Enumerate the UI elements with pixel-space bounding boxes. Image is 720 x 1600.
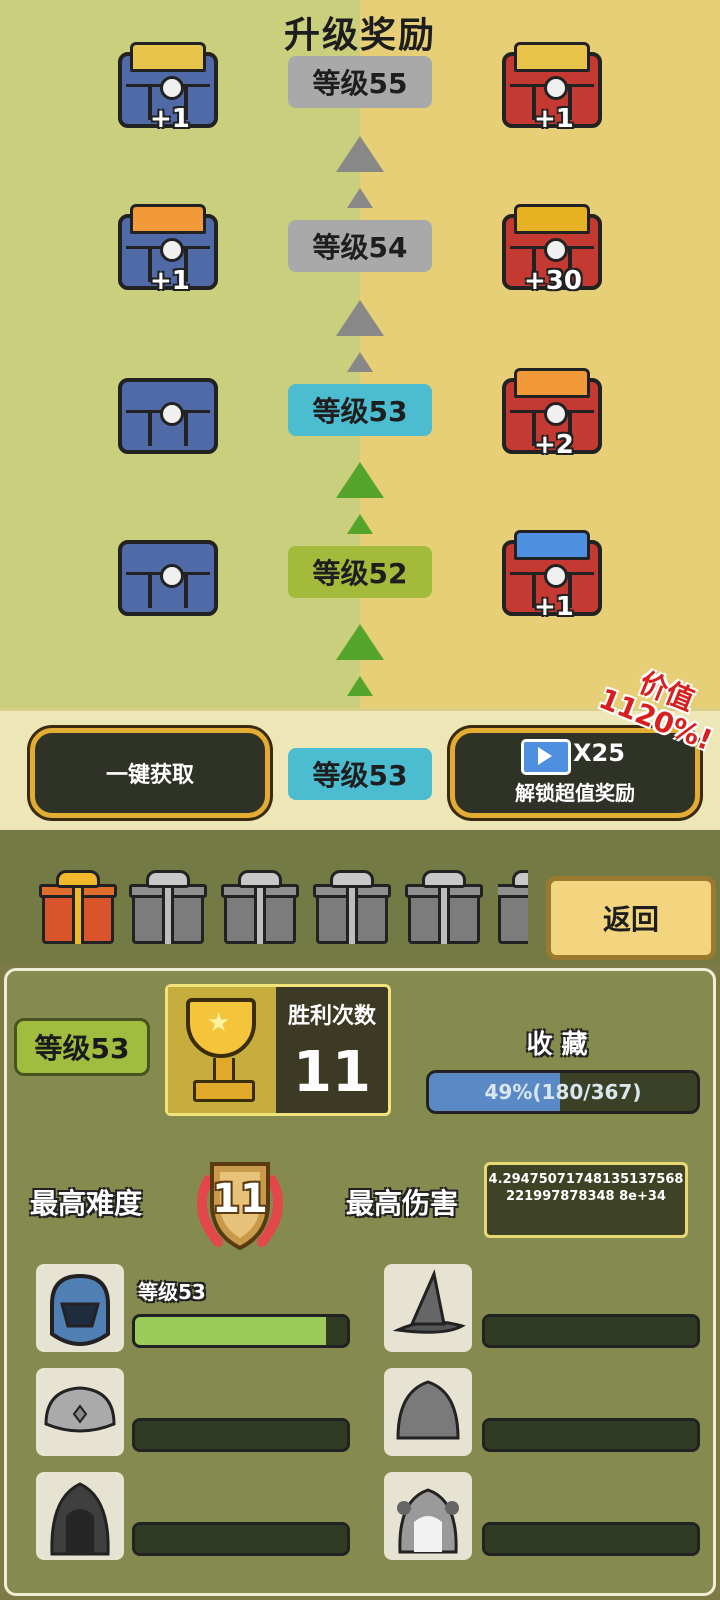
blue-helmet-icon bbox=[50, 1273, 110, 1347]
gift-box-icon[interactable] bbox=[129, 870, 207, 944]
progress-arrow-icon bbox=[347, 188, 373, 208]
premium-chest-54[interactable]: +30 bbox=[502, 204, 602, 296]
collection-progress-text: 49%(180/367) bbox=[484, 1080, 642, 1104]
leaf-hood-icon bbox=[397, 1488, 459, 1554]
progress-arrow-icon bbox=[336, 624, 384, 660]
reward-amount: +1 bbox=[534, 104, 574, 134]
hero-progress-bar-2 bbox=[482, 1314, 700, 1348]
lock-icon bbox=[544, 76, 568, 100]
gift-box-icon[interactable] bbox=[39, 870, 117, 944]
trophy-stem bbox=[213, 1058, 235, 1080]
level-tag-53: 等级53 bbox=[288, 384, 432, 436]
reward-amount: +30 bbox=[524, 266, 582, 296]
lock-icon bbox=[544, 402, 568, 426]
turban-icon bbox=[44, 1386, 116, 1433]
hero-progress-fill-1 bbox=[135, 1317, 326, 1345]
hero-progress-bar-1 bbox=[132, 1314, 350, 1348]
hero-progress-bar-3 bbox=[132, 1418, 350, 1452]
lock-icon bbox=[160, 402, 184, 426]
max-damage-label: 最高伤害 bbox=[346, 1187, 459, 1220]
premium-chest-55[interactable]: +1 bbox=[502, 42, 602, 134]
max-difficulty-value: 11 bbox=[212, 1176, 268, 1222]
progress-arrow-icon bbox=[336, 136, 384, 172]
lock-icon bbox=[544, 564, 568, 588]
reward-amount: +1 bbox=[150, 104, 190, 134]
hero-progress-bar-4 bbox=[482, 1418, 700, 1452]
current-level-tag: 等级53 bbox=[288, 748, 432, 800]
lock-icon bbox=[544, 238, 568, 262]
hero-progress-bar-6 bbox=[482, 1522, 700, 1556]
dark-hood-icon bbox=[50, 1482, 110, 1556]
lock-icon bbox=[160, 238, 184, 262]
collection-label: 收 藏 bbox=[526, 1030, 588, 1060]
reward-amount: +1 bbox=[150, 266, 190, 296]
max-damage-value: 4.29475071748135137568221997878348 8e+34 bbox=[484, 1162, 688, 1238]
reward-amount: +2 bbox=[534, 430, 574, 460]
wizard-hat-icon bbox=[392, 1269, 466, 1334]
free-chest-54[interactable]: +1 bbox=[118, 204, 218, 296]
hero-progress-bar-5 bbox=[132, 1522, 350, 1556]
lock-icon bbox=[160, 564, 184, 588]
wins-value: 11 bbox=[293, 1040, 371, 1105]
hood-icon bbox=[396, 1380, 460, 1440]
lock-icon bbox=[160, 76, 184, 100]
progress-arrow-icon bbox=[336, 300, 384, 336]
hero-avatar-2[interactable] bbox=[384, 1264, 472, 1352]
hero-level-1: 等级53 bbox=[138, 1280, 206, 1304]
gift-box-icon[interactable] bbox=[313, 870, 391, 944]
claim-all-label: 一键获取 bbox=[105, 763, 194, 788]
return-button[interactable]: 返回 bbox=[546, 876, 716, 960]
wins-label: 胜利次数 bbox=[287, 1004, 376, 1029]
progress-arrow-icon bbox=[347, 352, 373, 372]
free-chest-52[interactable] bbox=[118, 540, 218, 616]
max-difficulty-label: 最高难度 bbox=[30, 1187, 143, 1220]
level-tag-54: 等级54 bbox=[288, 220, 432, 272]
unlock-premium-button[interactable]: X25 解锁超值奖励 bbox=[450, 728, 700, 818]
gift-box-icon[interactable] bbox=[405, 870, 483, 944]
hero-avatar-6[interactable] bbox=[384, 1472, 472, 1560]
video-ticket-icon bbox=[521, 739, 571, 775]
premium-chest-52[interactable]: +1 bbox=[502, 530, 602, 622]
free-chest-55[interactable]: +1 bbox=[118, 42, 218, 134]
free-chest-53[interactable] bbox=[118, 378, 218, 454]
hero-avatar-4[interactable] bbox=[384, 1368, 472, 1456]
premium-chest-53[interactable]: +2 bbox=[502, 368, 602, 460]
hero-avatar-5[interactable] bbox=[36, 1472, 124, 1560]
progress-arrow-icon bbox=[347, 676, 373, 696]
progress-arrow-icon bbox=[347, 514, 373, 534]
level-tag-52: 等级52 bbox=[288, 546, 432, 598]
reward-title: 升级奖励 bbox=[283, 15, 436, 56]
player-level-badge: 等级53 bbox=[14, 1018, 150, 1076]
unlock-multiplier: X25 bbox=[573, 739, 625, 767]
trophy-base bbox=[193, 1080, 255, 1102]
progress-arrow-icon bbox=[336, 462, 384, 498]
gift-box-icon[interactable] bbox=[498, 870, 528, 944]
reward-amount: +1 bbox=[534, 592, 574, 622]
gift-box-icon[interactable] bbox=[221, 870, 299, 944]
star-icon: ★ bbox=[207, 1008, 231, 1038]
level-tag-55: 等级55 bbox=[288, 56, 432, 108]
hero-avatar-1[interactable] bbox=[36, 1264, 124, 1352]
unlock-label: 解锁超值奖励 bbox=[515, 781, 635, 805]
hero-avatar-3[interactable] bbox=[36, 1368, 124, 1456]
